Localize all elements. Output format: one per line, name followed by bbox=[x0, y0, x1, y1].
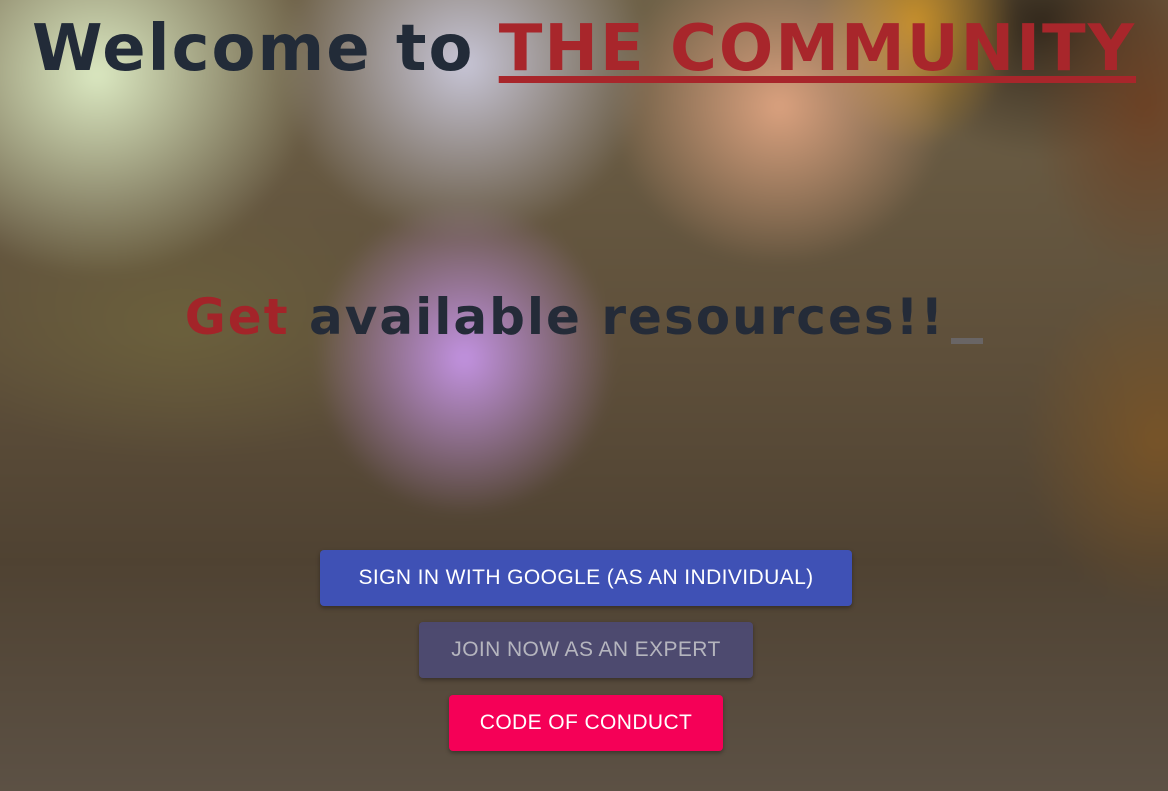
welcome-headline: Welcome to THE COMMUNITY bbox=[0, 6, 1168, 92]
typing-tagline: Get available resources!! bbox=[0, 282, 1168, 352]
join-expert-label: JOIN NOW AS AN EXPERT bbox=[451, 638, 721, 661]
code-of-conduct-label: CODE OF CONDUCT bbox=[479, 711, 693, 734]
landing-hero: Welcome to THE COMMUNITY Get available r… bbox=[0, 0, 1168, 791]
join-expert-button[interactable]: JOIN NOW AS AN EXPERT bbox=[419, 622, 753, 678]
code-of-conduct-button[interactable]: CODE OF CONDUCT bbox=[449, 695, 723, 751]
tagline-accent-word: Get bbox=[184, 288, 290, 346]
google-signin-label: SIGN IN WITH GOOGLE (AS AN INDIVIDUAL) bbox=[358, 566, 814, 589]
community-highlight: THE COMMUNITY bbox=[498, 12, 1137, 86]
headline-prefix: Welcome to bbox=[31, 12, 499, 86]
typing-cursor bbox=[951, 338, 984, 344]
tagline-text: available resources!! bbox=[289, 288, 946, 346]
google-signin-button[interactable]: SIGN IN WITH GOOGLE (AS AN INDIVIDUAL) bbox=[320, 550, 852, 606]
